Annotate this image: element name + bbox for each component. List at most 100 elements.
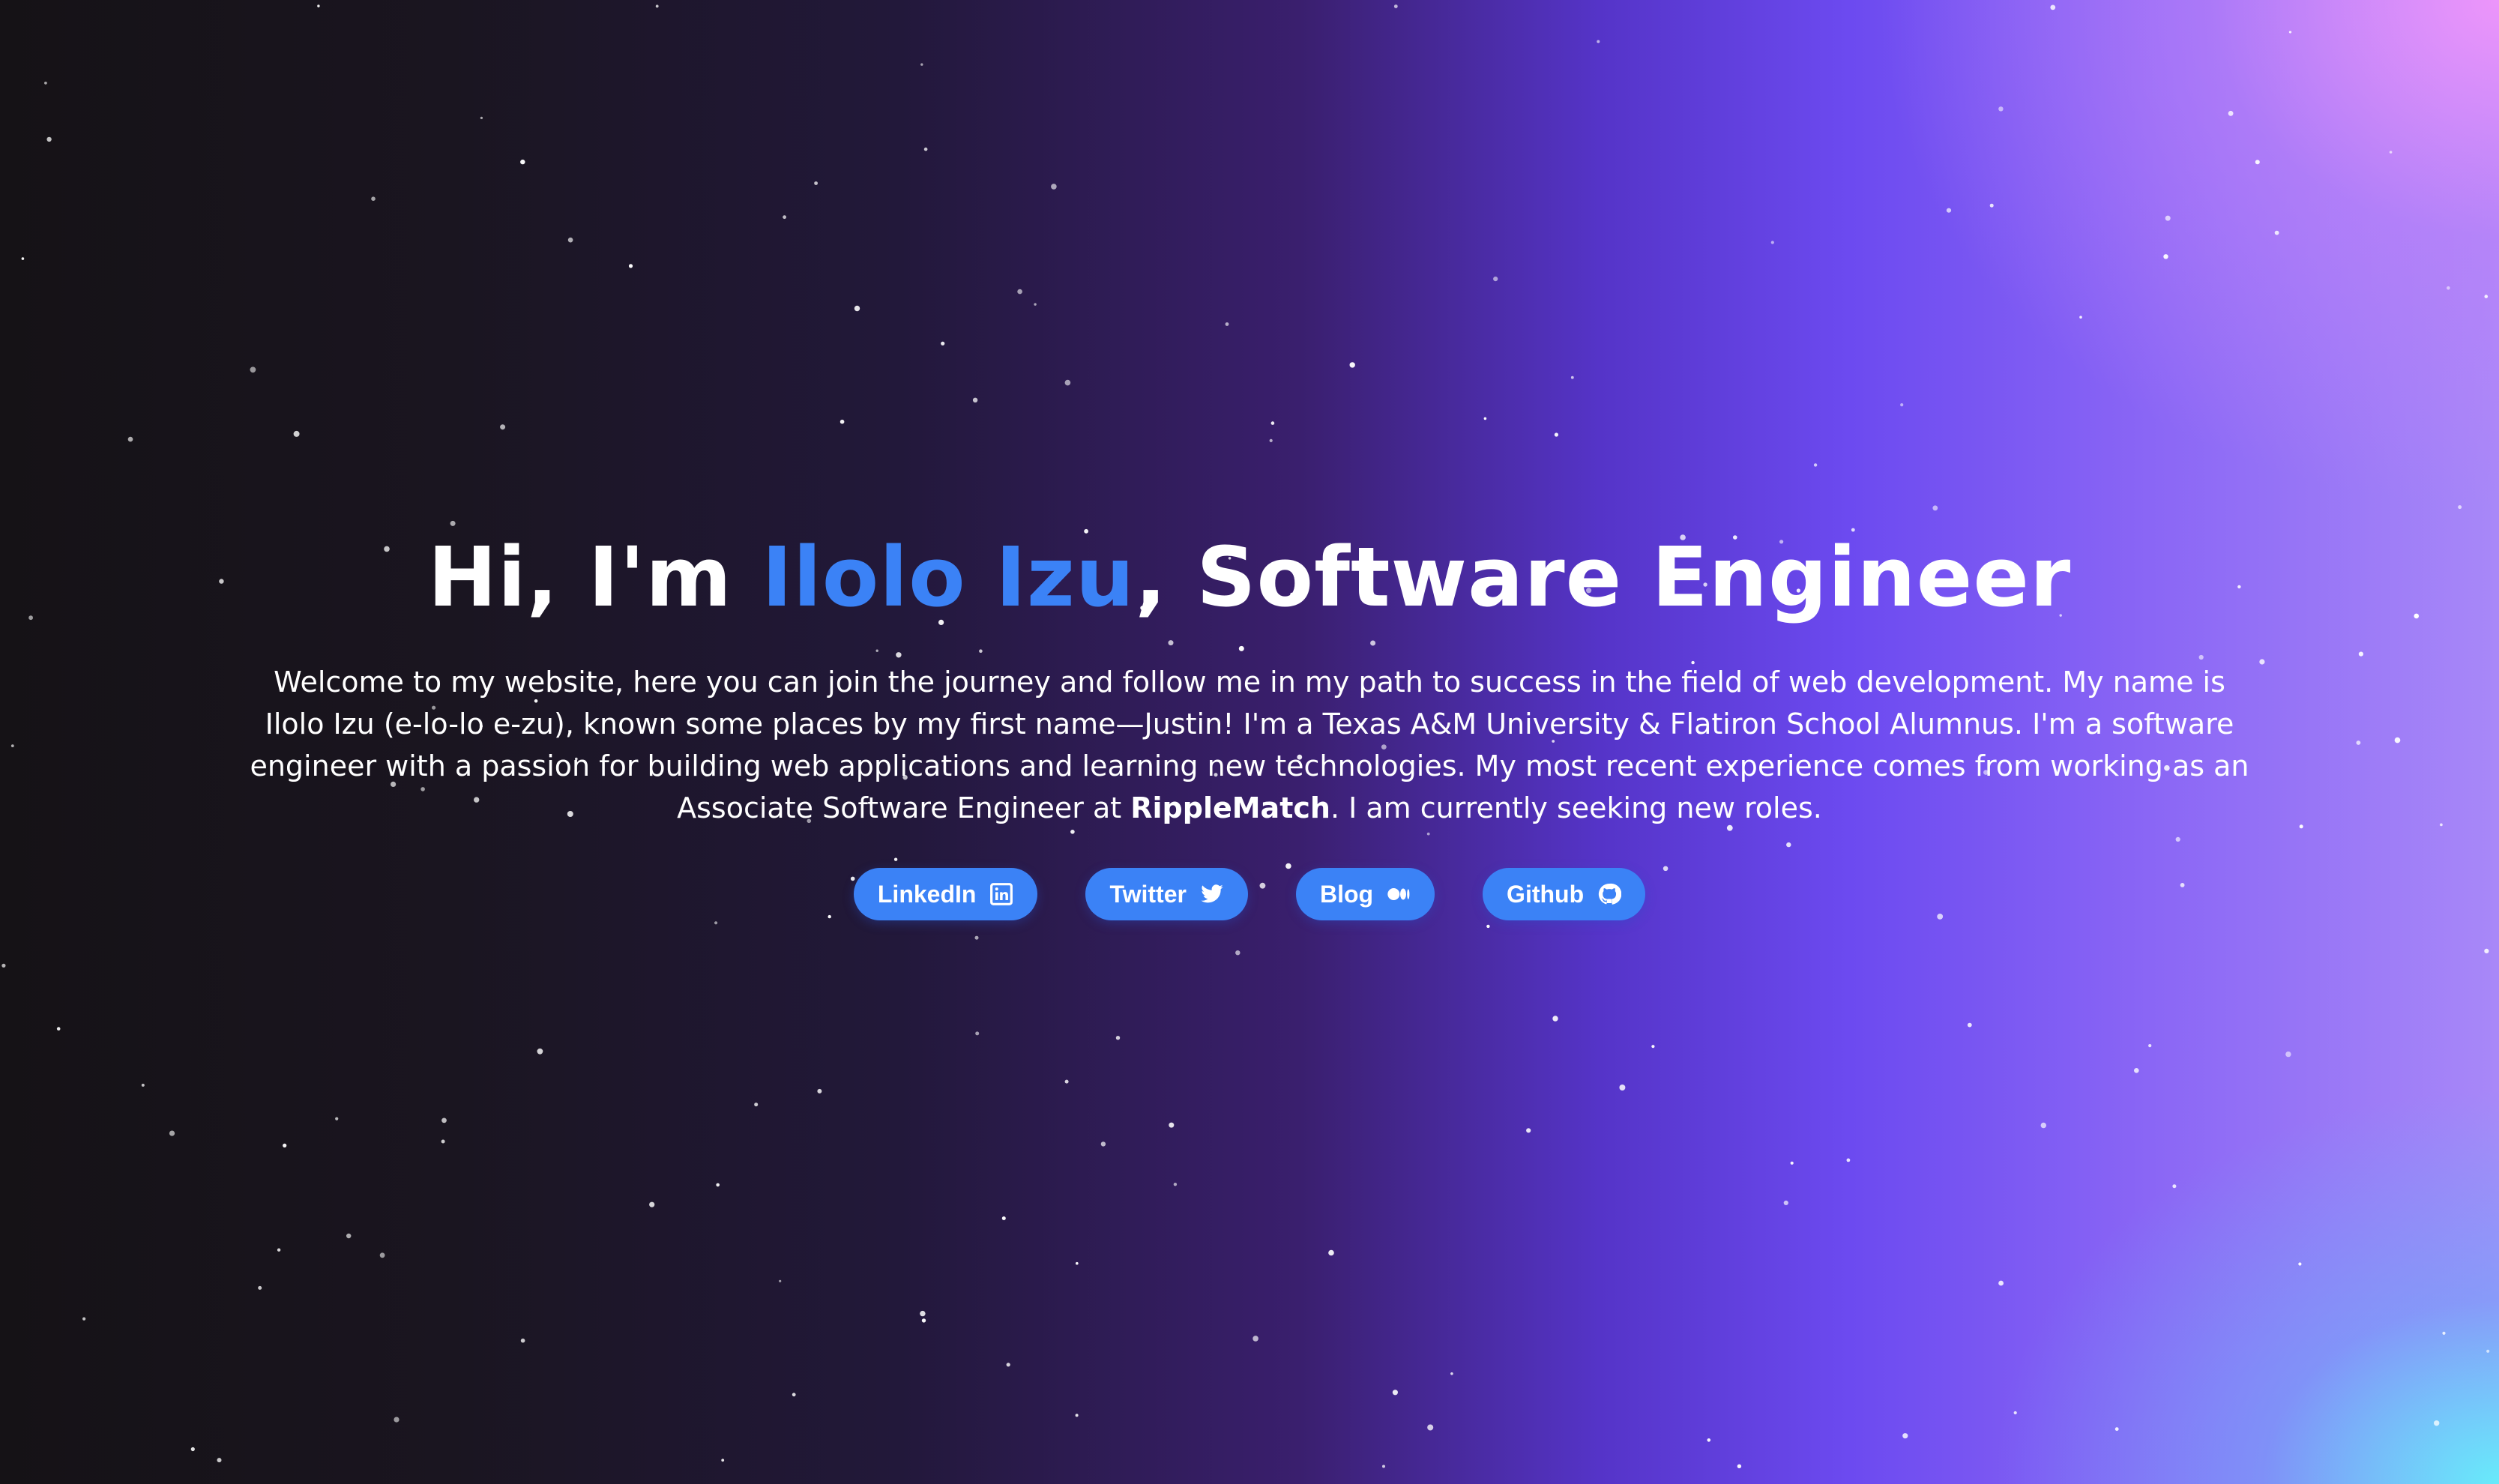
star <box>394 1417 400 1423</box>
star <box>2228 110 2234 116</box>
star <box>1017 289 1022 295</box>
star <box>814 181 818 185</box>
star <box>371 196 376 202</box>
star <box>941 341 945 346</box>
star <box>854 305 860 312</box>
star <box>293 430 300 437</box>
star <box>2050 4 2056 10</box>
intro-company: RippleMatch <box>1130 791 1330 824</box>
github-label: Github <box>1507 880 1585 908</box>
star <box>2486 1349 2490 1353</box>
star <box>2148 1044 2152 1048</box>
medium-icon <box>1387 882 1411 906</box>
star <box>714 921 718 925</box>
star <box>817 1088 822 1094</box>
star <box>923 147 928 151</box>
star <box>2484 948 2489 953</box>
star <box>721 1459 725 1462</box>
star <box>1554 432 1558 437</box>
star <box>1552 1016 1558 1022</box>
star <box>82 1317 86 1321</box>
star <box>1382 1465 1385 1468</box>
star <box>1328 1249 1334 1256</box>
star <box>921 1318 926 1323</box>
star <box>1998 1280 2004 1286</box>
star <box>779 1279 782 1282</box>
star <box>1483 417 1487 420</box>
blog-button[interactable]: Blog <box>1295 868 1435 920</box>
star <box>1486 924 1490 929</box>
twitter-button[interactable]: Twitter <box>1085 868 1248 920</box>
star <box>441 1117 447 1123</box>
star <box>2114 1427 2119 1432</box>
star <box>283 1143 287 1147</box>
linkedin-icon <box>989 882 1013 906</box>
star <box>2255 160 2260 165</box>
star <box>127 436 133 442</box>
star <box>1225 322 1229 326</box>
star <box>1064 379 1071 386</box>
star <box>1790 1161 1794 1165</box>
star <box>480 116 483 119</box>
star <box>1737 1464 1742 1469</box>
star <box>2134 1068 2139 1073</box>
star <box>1619 1085 1626 1091</box>
star <box>1570 375 1574 379</box>
star <box>441 1139 445 1144</box>
star <box>649 1201 655 1207</box>
star <box>500 424 506 430</box>
hero-section: Hi, I'm Ilolo Izu, Software Engineer Wel… <box>0 525 2499 920</box>
star <box>1115 1036 1121 1040</box>
intro-end: . I am currently seeking new roles. <box>1330 791 1822 824</box>
star <box>655 4 659 8</box>
star <box>1783 1200 1788 1205</box>
twitter-icon <box>1200 882 1224 906</box>
star <box>1998 106 2004 112</box>
linkedin-button[interactable]: LinkedIn <box>853 868 1038 920</box>
star <box>754 1103 759 1107</box>
star <box>1427 1424 1434 1431</box>
star <box>974 935 979 940</box>
star <box>628 264 633 268</box>
star <box>975 1031 980 1036</box>
star <box>169 1130 175 1136</box>
star <box>1252 1336 1258 1342</box>
star <box>1392 1390 1398 1396</box>
star <box>1006 1363 1010 1367</box>
star <box>520 159 525 165</box>
star <box>1846 1158 1851 1162</box>
star <box>2165 215 2171 221</box>
star <box>1076 1261 1079 1265</box>
github-button[interactable]: Github <box>1483 868 1646 920</box>
star <box>2288 31 2292 34</box>
blog-label: Blog <box>1319 880 1374 908</box>
star <box>1946 208 1952 213</box>
star <box>2172 1184 2177 1189</box>
star <box>277 1248 281 1252</box>
star <box>1100 1141 1106 1147</box>
star <box>2013 1411 2017 1415</box>
star <box>2040 1122 2046 1129</box>
star <box>379 1252 385 1258</box>
star <box>1173 1183 1178 1186</box>
star <box>537 1048 543 1055</box>
star <box>1269 438 1273 443</box>
star <box>1001 1216 1006 1220</box>
star <box>217 1458 222 1463</box>
star <box>46 136 52 142</box>
star <box>920 63 923 66</box>
page-title: Hi, I'm Ilolo Izu, Software Engineer <box>0 525 2499 630</box>
star <box>2484 295 2489 298</box>
title-prefix: Hi, I'm <box>427 529 762 625</box>
star <box>1075 1414 1079 1417</box>
star <box>1064 1079 1069 1084</box>
star <box>258 1285 262 1290</box>
star <box>2389 151 2393 154</box>
title-name: Ilolo Izu <box>762 529 1136 625</box>
star <box>21 257 25 260</box>
star <box>317 4 320 7</box>
star <box>1034 303 1037 306</box>
star <box>1597 40 1600 43</box>
star <box>1900 403 1904 407</box>
star <box>1450 1372 1453 1375</box>
